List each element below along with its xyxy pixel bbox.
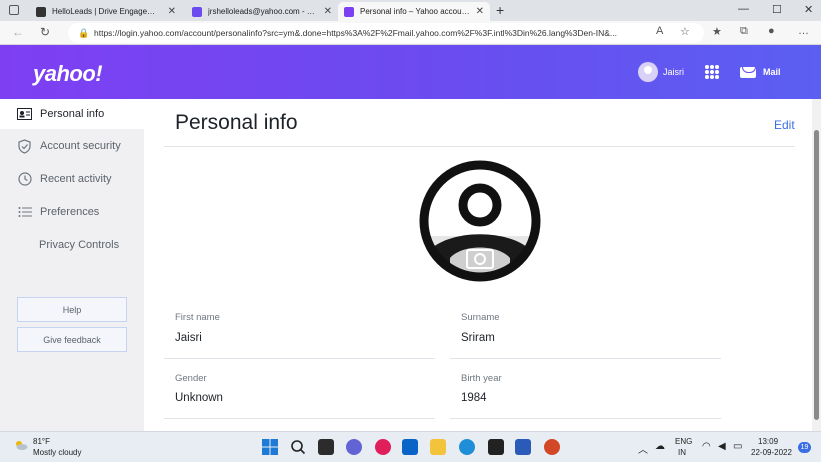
teams-chat-icon[interactable] [346, 439, 362, 455]
birth-year-label: Birth year [461, 373, 502, 384]
language-bottom[interactable]: IN [678, 448, 686, 457]
favorite-icon[interactable]: ☆ [680, 25, 690, 38]
cloud-sun-icon [16, 441, 28, 450]
close-icon[interactable]: ✕ [324, 6, 332, 17]
first-name-label: First name [175, 312, 220, 323]
windows-start-icon[interactable] [262, 439, 278, 455]
sidebar-item-personal-info[interactable]: Personal info [0, 99, 144, 129]
divider [164, 418, 435, 419]
browser-tab-yahoo-mail[interactable]: jrshelloleads@yahoo.com - Yahoo ✕ [186, 2, 338, 21]
more-icon[interactable]: … [798, 25, 809, 37]
back-icon[interactable]: ← [12, 25, 24, 39]
clock-icon [17, 172, 32, 187]
divider [164, 146, 795, 147]
sidebar: Personal info Account security Recent ac… [0, 99, 144, 431]
user-avatar-icon [419, 160, 541, 282]
mail-icon[interactable] [740, 67, 756, 78]
close-icon[interactable]: ✕ [476, 6, 484, 17]
favorites-bar-icon[interactable]: ★ [712, 25, 722, 38]
give-feedback-button[interactable]: Give feedback [17, 327, 127, 352]
birth-year-value: 1984 [461, 392, 487, 404]
user-name[interactable]: Jaisri [663, 67, 684, 77]
close-icon[interactable]: ✕ [168, 6, 176, 17]
apps-grid-icon[interactable] [705, 65, 719, 79]
minimize-icon[interactable]: — [738, 3, 749, 15]
browser-tab-bar: HelloLeads | Drive Engagement ✕ jrshello… [0, 0, 821, 21]
yahoo-header: yahoo! Jaisri Mail [0, 45, 821, 99]
sidebar-item-label: Account security [40, 140, 121, 152]
word-icon[interactable] [515, 439, 531, 455]
gender-label: Gender [175, 373, 207, 384]
surname-label: Surname [461, 312, 500, 323]
browser-tab-helloleads[interactable]: HelloLeads | Drive Engagement ✕ [30, 2, 182, 21]
close-window-icon[interactable]: ✕ [804, 3, 813, 16]
yahoo-icon [344, 6, 354, 17]
page-title: Personal info [175, 111, 298, 134]
yahoo-mail-icon [192, 6, 202, 17]
read-aloud-icon[interactable]: A [656, 25, 663, 37]
new-tab-button[interactable]: + [496, 2, 504, 18]
terminal-icon[interactable] [488, 439, 504, 455]
avatar[interactable] [638, 62, 658, 82]
taskbar: 81°F Mostly cloudy ︿ ☁ ENG IN ◠ ◀ ▭ 13:0… [0, 431, 821, 462]
wifi-icon[interactable]: ◠ [702, 441, 711, 452]
scrollbar-thumb[interactable] [814, 130, 819, 420]
sidebar-item-privacy-controls[interactable]: Privacy Controls [0, 230, 144, 260]
sidebar-item-account-security[interactable]: Account security [0, 131, 144, 161]
weather-temp[interactable]: 81°F [33, 437, 50, 446]
divider [450, 418, 721, 419]
profile-icon[interactable]: ● [768, 25, 775, 37]
sidebar-item-label: Recent activity [40, 173, 112, 185]
profile-photo[interactable] [417, 158, 543, 284]
sidebar-item-preferences[interactable]: Preferences [0, 197, 144, 227]
sidebar-item-label: Privacy Controls [39, 239, 120, 251]
collections-icon[interactable]: ⧉ [740, 25, 748, 38]
tab-title: Personal info – Yahoo account se [360, 7, 470, 16]
helloleads-icon [36, 6, 46, 17]
yahoo-logo[interactable]: yahoo! [33, 61, 103, 87]
list-icon [17, 205, 32, 220]
maximize-icon[interactable]: ☐ [772, 3, 782, 16]
cloud-icon[interactable]: ☁ [655, 441, 665, 452]
powerpoint-icon[interactable] [544, 439, 560, 455]
gender-value: Unknown [175, 392, 223, 404]
clock-time[interactable]: 13:09 [758, 437, 778, 446]
search-icon[interactable] [290, 439, 306, 455]
sidebar-item-recent-activity[interactable]: Recent activity [0, 164, 144, 194]
tab-title: jrshelloleads@yahoo.com - Yahoo [208, 7, 318, 16]
file-explorer-icon[interactable] [430, 439, 446, 455]
edit-link[interactable]: Edit [774, 118, 795, 132]
help-button[interactable]: Help [17, 297, 127, 322]
browser-tab-personal-info[interactable]: Personal info – Yahoo account se ✕ [338, 2, 490, 21]
surname-value: Sriram [461, 332, 495, 344]
sidebar-item-label: Preferences [40, 206, 100, 218]
weather-condition[interactable]: Mostly cloudy [33, 448, 81, 457]
edge-icon[interactable] [459, 439, 475, 455]
sidebar-item-label: Personal info [40, 108, 105, 120]
address-bar-row: ← ↻ 🔒 https://login.yahoo.com/account/pe… [0, 21, 821, 45]
tab-actions-icon[interactable] [9, 5, 19, 15]
clock-date[interactable]: 22-09-2022 [751, 448, 792, 457]
id-card-icon [17, 107, 32, 122]
volume-icon[interactable]: ◀ [718, 441, 726, 452]
chevron-up-icon[interactable]: ︿ [638, 441, 648, 456]
tab-title: HelloLeads | Drive Engagement [52, 7, 162, 16]
battery-icon[interactable]: ▭ [733, 441, 742, 452]
notification-badge[interactable]: 19 [798, 442, 811, 453]
mail-link[interactable]: Mail [763, 67, 781, 77]
divider [450, 358, 721, 359]
language-top[interactable]: ENG [675, 437, 692, 446]
first-name-value: Jaisri [175, 332, 202, 344]
url-input[interactable]: 🔒 https://login.yahoo.com/account/person… [68, 23, 704, 43]
url-text: https://login.yahoo.com/account/personal… [94, 28, 618, 38]
divider [164, 358, 435, 359]
lock-icon: 🔒 [78, 28, 90, 38]
refresh-icon[interactable]: ↻ [40, 25, 50, 39]
slack-icon[interactable] [375, 439, 391, 455]
task-view-icon[interactable] [318, 439, 334, 455]
shield-icon [17, 138, 32, 154]
outlook-icon[interactable] [402, 439, 418, 455]
